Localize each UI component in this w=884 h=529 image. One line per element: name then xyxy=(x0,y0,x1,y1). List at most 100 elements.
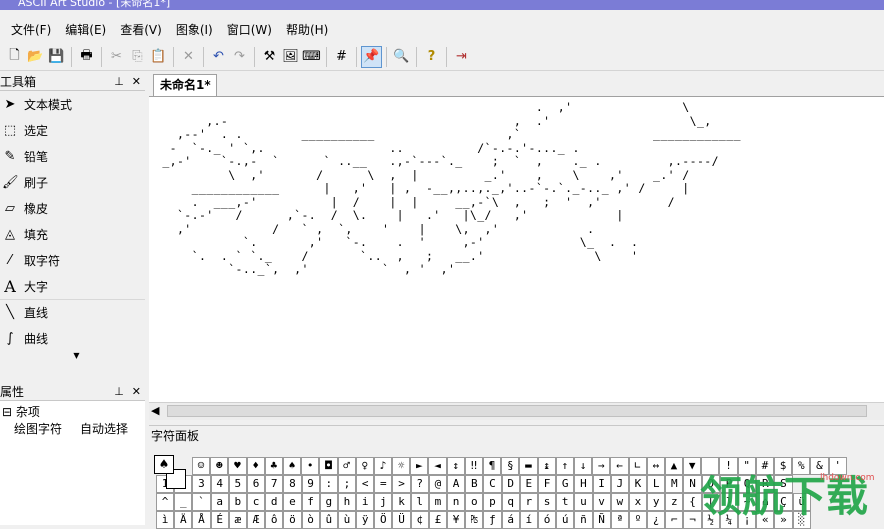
character-cell[interactable]: a xyxy=(210,493,229,511)
character-cell[interactable]: k xyxy=(392,493,411,511)
character-cell[interactable]: ^ xyxy=(156,493,175,511)
character-cell[interactable]: F xyxy=(537,475,557,493)
character-cell[interactable]: ò xyxy=(301,511,320,529)
character-cell[interactable]: • xyxy=(301,457,320,475)
new-icon[interactable]: 🗋 xyxy=(4,46,25,68)
character-cell[interactable]: í xyxy=(519,511,538,529)
character-cell[interactable]: 5 xyxy=(228,475,247,493)
character-cell[interactable]: ¬ xyxy=(683,511,702,529)
character-cell[interactable]: ▲ xyxy=(664,457,684,475)
zoom-icon[interactable]: 🔍 xyxy=(391,46,412,68)
character-cell[interactable]: ♦ xyxy=(246,457,265,475)
character-cell[interactable]: M xyxy=(665,475,684,493)
tool-big-text[interactable]: A 大字 xyxy=(0,273,145,299)
character-cell[interactable]: x xyxy=(628,493,648,511)
character-cell[interactable]: 7 xyxy=(265,475,284,493)
character-cell[interactable]: æ xyxy=(228,511,247,529)
character-cell[interactable]: y xyxy=(647,493,666,511)
character-cell[interactable]: B xyxy=(465,475,484,493)
tool-brush[interactable]: 🖌 刷子 xyxy=(0,169,145,195)
property-group[interactable]: ⊟ 杂项 xyxy=(2,403,143,420)
pin-icon[interactable]: ⊥ xyxy=(114,385,124,398)
tools-icon[interactable]: ⚒ xyxy=(259,46,280,68)
character-cell[interactable]: → xyxy=(592,457,611,475)
character-cell[interactable]: ? xyxy=(410,475,429,493)
print-icon[interactable]: 🖶 xyxy=(76,46,97,68)
character-cell[interactable]: á xyxy=(501,511,520,529)
character-cell[interactable]: @ xyxy=(428,475,447,493)
character-cell[interactable]: § xyxy=(501,457,520,475)
character-cell[interactable]: ô xyxy=(265,511,284,529)
character-cell[interactable]: J xyxy=(610,475,629,493)
character-cell[interactable]: ¶ xyxy=(483,457,502,475)
character-cell[interactable]: n xyxy=(447,493,466,511)
undo-icon[interactable]: ↶ xyxy=(208,46,229,68)
tool-fill[interactable]: ◬ 填充 xyxy=(0,221,145,247)
character-cell[interactable]: ♀ xyxy=(355,457,374,475)
character-cell[interactable]: Å xyxy=(192,511,211,529)
character-cell[interactable]: ö xyxy=(283,511,302,529)
close-icon[interactable]: ✕ xyxy=(132,385,141,398)
tool-select[interactable]: ⬚ 选定 xyxy=(0,117,145,143)
character-cell[interactable]: ◘ xyxy=(319,457,338,475)
character-cell[interactable]: ↔ xyxy=(646,457,665,475)
character-cell[interactable]: ‼ xyxy=(464,457,483,475)
exit-icon[interactable]: ⇥ xyxy=(451,46,472,68)
character-cell[interactable]: c xyxy=(246,493,266,511)
tool-pick[interactable]: ⁄ 取字符 xyxy=(0,247,145,273)
character-cell[interactable]: w xyxy=(610,493,629,511)
character-cell[interactable]: ƒ xyxy=(483,511,502,529)
character-cell[interactable]: £ xyxy=(428,511,447,529)
character-cell[interactable]: ♣ xyxy=(264,457,283,475)
help-icon[interactable]: ? xyxy=(421,46,442,68)
tool-line[interactable]: ╲ 直线 xyxy=(0,299,145,325)
menu-view[interactable]: 查看(V) xyxy=(113,21,169,39)
cut-icon[interactable]: ✂ xyxy=(106,46,127,68)
character-cell[interactable]: ₧ xyxy=(465,511,484,529)
character-cell[interactable]: C xyxy=(483,475,502,493)
close-icon[interactable]: ✕ xyxy=(132,75,141,88)
character-cell[interactable]: ; xyxy=(337,475,357,493)
character-cell[interactable]: º xyxy=(628,511,648,529)
character-cell[interactable]: f xyxy=(301,493,320,511)
character-cell[interactable]: H xyxy=(574,475,593,493)
character-cell[interactable]: 9 xyxy=(301,475,320,493)
character-cell[interactable]: ª xyxy=(610,511,629,529)
delete-icon[interactable]: ✕ xyxy=(178,46,199,68)
character-cell[interactable]: Ü xyxy=(392,511,411,529)
character-cell[interactable]: q xyxy=(501,493,520,511)
character-cell[interactable]: o xyxy=(465,493,484,511)
character-cell[interactable]: ì xyxy=(156,511,175,529)
character-cell[interactable]: _ xyxy=(174,493,193,511)
character-cell[interactable]: l xyxy=(410,493,429,511)
character-cell[interactable]: v xyxy=(592,493,611,511)
character-cell[interactable]: Ä xyxy=(174,511,193,529)
character-cell[interactable]: ♪ xyxy=(373,457,393,475)
character-cell[interactable]: g xyxy=(319,493,338,511)
character-cell[interactable]: 4 xyxy=(210,475,229,493)
character-cell[interactable]: ← xyxy=(610,457,629,475)
character-cell[interactable]: r xyxy=(519,493,538,511)
scroll-left-icon[interactable]: ◀ xyxy=(151,404,159,417)
character-cell[interactable]: ⌐ xyxy=(665,511,684,529)
scroll-down-icon[interactable]: ▼ xyxy=(0,351,145,360)
character-cell[interactable]: ` xyxy=(192,493,211,511)
character-cell[interactable]: j xyxy=(374,493,393,511)
character-cell[interactable]: ☺ xyxy=(192,457,211,475)
character-cell[interactable]: m xyxy=(428,493,447,511)
redo-icon[interactable]: ↷ xyxy=(229,46,250,68)
paste-icon[interactable]: 📋 xyxy=(148,46,169,68)
character-cell[interactable]: ▼ xyxy=(683,457,702,475)
tool-eraser[interactable]: ▱ 橡皮 xyxy=(0,195,145,221)
character-cell[interactable]: Æ xyxy=(246,511,266,529)
tool-text-mode[interactable]: ➤ 文本模式 xyxy=(0,91,145,117)
save-icon[interactable]: 💾 xyxy=(46,46,67,68)
character-cell[interactable]: h xyxy=(337,493,357,511)
character-cell[interactable]: 3 xyxy=(192,475,211,493)
menu-window[interactable]: 窗口(W) xyxy=(220,21,279,39)
character-cell[interactable]: ÿ xyxy=(356,511,375,529)
character-cell[interactable]: z xyxy=(665,493,684,511)
character-cell[interactable]: ♠ xyxy=(282,457,302,475)
collapse-icon[interactable]: ⊟ xyxy=(2,405,12,419)
character-cell[interactable]: ú xyxy=(556,511,575,529)
